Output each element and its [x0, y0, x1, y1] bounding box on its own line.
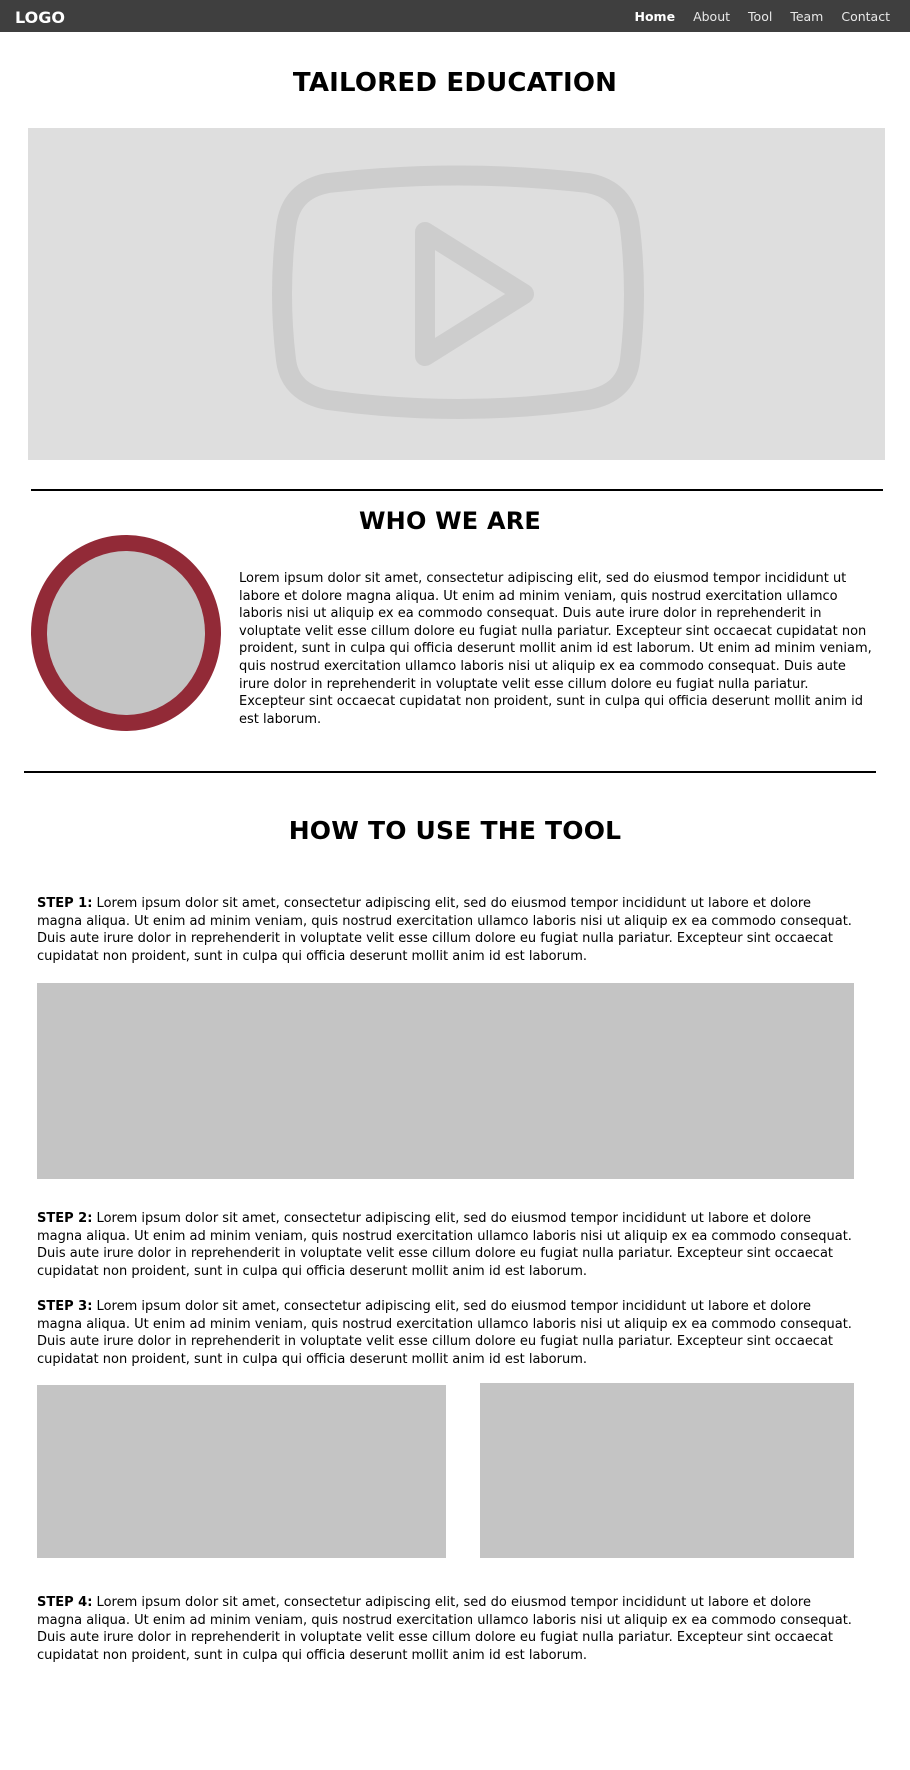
step-label: STEP 2:: [37, 1211, 93, 1226]
nav-link-contact[interactable]: Contact: [841, 9, 890, 24]
how-to-use-title: HOW TO USE THE TOOL: [288, 816, 622, 845]
avatar: [31, 535, 221, 731]
nav-links: Home About Tool Team Contact: [635, 0, 891, 32]
nav-link-team[interactable]: Team: [790, 9, 823, 24]
step-4-text: STEP 4: Lorem ipsum dolor sit amet, cons…: [37, 1594, 857, 1664]
who-we-are-title: WHO WE ARE: [359, 507, 541, 535]
section-divider: [24, 771, 876, 773]
nav-link-home[interactable]: Home: [635, 9, 676, 24]
avatar-image-placeholder: [47, 551, 205, 715]
step-2-text: STEP 2: Lorem ipsum dolor sit amet, cons…: [37, 1210, 857, 1280]
step-3-text: STEP 3: Lorem ipsum dolor sit amet, cons…: [37, 1298, 857, 1368]
step-label: STEP 1:: [37, 896, 93, 911]
step-body: Lorem ipsum dolor sit amet, consectetur …: [37, 1211, 852, 1279]
nav-link-tool[interactable]: Tool: [748, 9, 772, 24]
top-navbar: LOGO Home About Tool Team Contact: [0, 0, 910, 32]
who-we-are-text: Lorem ipsum dolor sit amet, consectetur …: [239, 571, 872, 727]
step-1-image-placeholder: [37, 983, 854, 1179]
step-label: STEP 4:: [37, 1595, 93, 1610]
step-label: STEP 3:: [37, 1299, 93, 1314]
section-divider: [31, 489, 883, 491]
step-body: Lorem ipsum dolor sit amet, consectetur …: [37, 1299, 852, 1367]
nav-link-about[interactable]: About: [693, 9, 730, 24]
step-body: Lorem ipsum dolor sit amet, consectetur …: [37, 896, 852, 964]
step-1-text: STEP 1: Lorem ipsum dolor sit amet, cons…: [37, 895, 857, 965]
step-3-image-placeholder-right: [480, 1383, 854, 1558]
logo[interactable]: LOGO: [15, 8, 65, 27]
page-title: TAILORED EDUCATION: [292, 68, 618, 98]
step-body: Lorem ipsum dolor sit amet, consectetur …: [37, 1595, 852, 1663]
step-3-image-placeholder-left: [37, 1385, 446, 1558]
play-video-icon: [272, 165, 644, 419]
video-player[interactable]: [28, 128, 885, 460]
